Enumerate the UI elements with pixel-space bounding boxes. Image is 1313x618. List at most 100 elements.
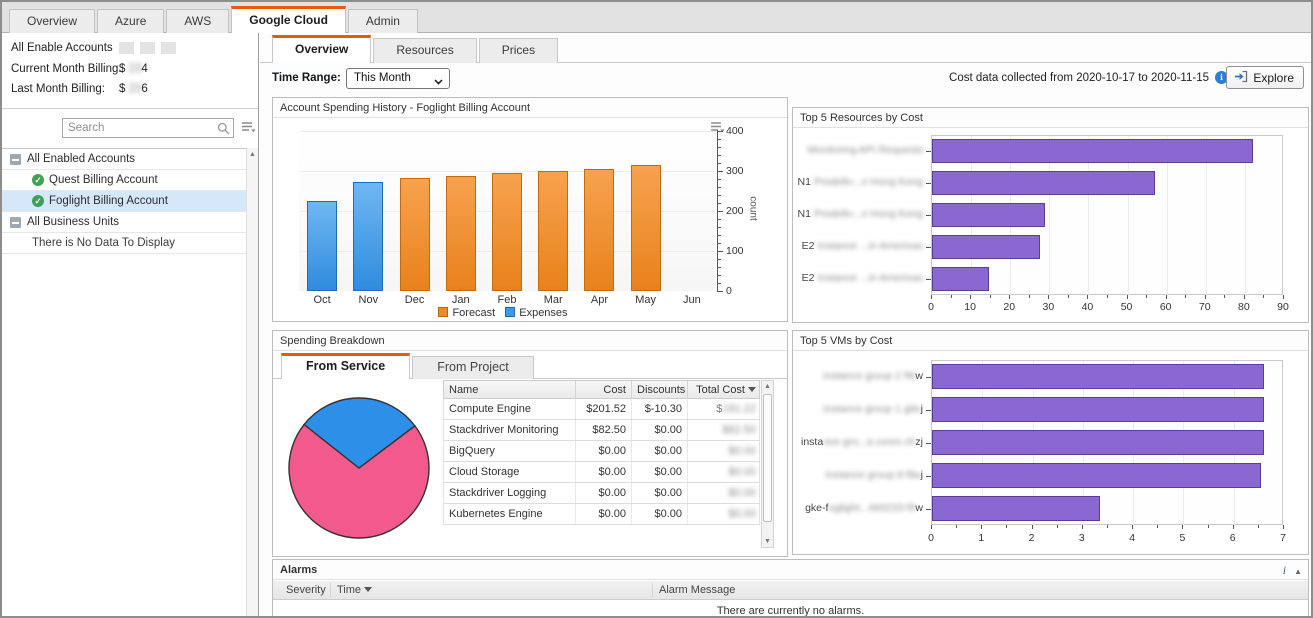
- tree-item-all-business-units[interactable]: All Business Units: [2, 212, 258, 233]
- table-row[interactable]: Stackdriver Logging $0.00 $0.00 $0.00: [443, 483, 760, 504]
- x-tick: [1283, 525, 1284, 529]
- y-minor-tick: [718, 203, 721, 204]
- bar-label: Monitoring API Requests: [807, 144, 923, 156]
- main-tab-overview[interactable]: Overview: [272, 35, 372, 63]
- redacted-icons: [119, 42, 182, 54]
- scroll-down-icon[interactable]: ▼: [762, 538, 773, 545]
- bar: [932, 235, 1040, 259]
- x-minor-tick: [1207, 525, 1209, 528]
- bar: [932, 463, 1262, 488]
- main-tab-prices[interactable]: Prices: [478, 38, 559, 63]
- cell-name: Kubernetes Engine: [444, 504, 576, 524]
- y-minor-tick: [718, 227, 721, 228]
- breakdown-table-header: Name Cost Discounts Total Cost: [443, 380, 760, 399]
- x-tick-label: 5: [1179, 532, 1186, 544]
- cell-cost: $0.00: [576, 504, 632, 524]
- top-tab-azure[interactable]: Azure: [97, 9, 165, 33]
- top-tab-google-cloud[interactable]: Google Cloud: [231, 6, 346, 33]
- top-resources-panel: Top 5 Resources by Cost 0 10 20 30 40 50 60 70 8…: [792, 107, 1309, 323]
- main-tab-resources[interactable]: Resources: [373, 38, 477, 63]
- row-tick: [926, 475, 931, 477]
- cell-name: Compute Engine: [444, 399, 576, 419]
- col-alarm-message[interactable]: Alarm Message: [659, 581, 735, 599]
- scroll-up-icon[interactable]: ▲: [247, 151, 258, 158]
- sort-desc-icon: [748, 387, 756, 392]
- table-row[interactable]: BigQuery $0.00 $0.00 $0.00: [443, 441, 760, 462]
- top-tab-aws[interactable]: AWS: [166, 9, 230, 33]
- col-total-cost[interactable]: Total Cost: [688, 381, 761, 399]
- breakdown-tab-from-service[interactable]: From Service: [281, 353, 411, 379]
- col-discounts[interactable]: Discounts: [632, 381, 688, 399]
- tree-item-there-is-no-data-to-display[interactable]: There is No Data To Display: [2, 233, 258, 254]
- col-name[interactable]: Name: [444, 381, 576, 399]
- x-minor-tick: [956, 525, 958, 528]
- top-tab-overview[interactable]: Overview: [9, 9, 96, 33]
- tree-scrollbar[interactable]: ▲: [246, 148, 258, 616]
- col-time[interactable]: Time: [337, 581, 373, 599]
- bar: [932, 496, 1101, 521]
- spending-breakdown-body: From Service From Project Name Cost Disco…: [273, 352, 787, 556]
- y-tick: [718, 171, 723, 172]
- bar: [932, 430, 1264, 455]
- table-row[interactable]: Kubernetes Engine $0.00 $0.00 $0.00: [443, 504, 760, 525]
- tree-item-foglight-billing-account[interactable]: Foglight Billing Account: [2, 191, 258, 212]
- x-tick: [931, 525, 932, 529]
- scrollbar-thumb[interactable]: [763, 394, 772, 522]
- bar-label: instance group 8 f8aj: [825, 468, 924, 481]
- table-scrollbar[interactable]: ▲ ▼: [761, 380, 774, 548]
- bar: [932, 364, 1264, 389]
- table-row[interactable]: Cloud Storage $0.00 $0.00 $0.00: [443, 462, 760, 483]
- x-tick-label: 2: [1028, 532, 1035, 544]
- legend-swatch: [438, 307, 449, 317]
- top-tabs: Overview Azure AWS Google Cloud Admin: [9, 6, 420, 33]
- x-minor-tick: [1146, 295, 1148, 298]
- x-tick: [1182, 525, 1184, 529]
- bar: [932, 203, 1046, 227]
- col-severity[interactable]: Severity: [286, 581, 326, 599]
- info-icon[interactable]: i: [1283, 563, 1286, 577]
- bar-label: E2 Instance ...in Americas: [801, 272, 923, 284]
- alarms-panel-icons: i ▲: [1283, 563, 1302, 578]
- breakdown-tab-from-project[interactable]: From Project: [412, 356, 534, 379]
- x-minor-tick: [1056, 525, 1058, 528]
- x-minor-tick: [1107, 295, 1108, 298]
- x-tick-label: 0: [928, 301, 934, 313]
- x-tick-label: 90: [1277, 301, 1289, 313]
- top-vms-title: Top 5 VMs by Cost: [793, 331, 1308, 351]
- breakdown-table: Name Cost Discounts Total Cost Compute E…: [443, 380, 760, 525]
- time-range-select[interactable]: This Month: [346, 68, 450, 89]
- col-cost[interactable]: Cost: [576, 381, 632, 399]
- cell-name: Cloud Storage: [444, 462, 576, 482]
- y-minor-tick: [718, 283, 721, 284]
- tree-item-quest-billing-account[interactable]: Quest Billing Account: [2, 170, 258, 191]
- sidebar-title: All Enable Accounts: [11, 42, 113, 54]
- table-row[interactable]: Stackdriver Monitoring $82.50 $0.00 $82.50: [443, 420, 760, 441]
- scroll-up-icon[interactable]: ▲: [762, 383, 773, 390]
- collapse-icon[interactable]: ▲: [1294, 567, 1302, 576]
- table-row[interactable]: Compute Engine $201.52 $-10.30 $191.22: [443, 399, 760, 420]
- x-minor-tick: [950, 295, 952, 298]
- explore-button[interactable]: Explore: [1226, 66, 1304, 89]
- bar-label: N1 Predefin...n Hong Kong: [797, 176, 923, 188]
- spending-history-title: Account Spending History - Foglight Bill…: [273, 98, 787, 118]
- main-area: Overview Resources Prices Time Range: This…: [260, 33, 1311, 616]
- time-range-label: Time Range:: [272, 72, 341, 84]
- top-vms-chart: 0 1 2 3 4 5 6 7 instance group 2 f9tw instance gr…: [793, 352, 1308, 554]
- collapse-minus-icon[interactable]: [10, 217, 21, 228]
- status-ok-icon: [32, 174, 44, 186]
- tree-options-icon[interactable]: [241, 121, 256, 136]
- breakdown-tabs: From Service From Project: [281, 353, 536, 379]
- current-month-billing-label: Current Month Billing:: [11, 63, 122, 75]
- tree-item-all-enabled-accounts[interactable]: All Enabled Accounts: [2, 149, 258, 170]
- search-input[interactable]: [68, 121, 208, 135]
- x-tick-label: Jan: [451, 294, 470, 306]
- alarms-body: Severity Time Alarm Message There are cu…: [273, 581, 1308, 616]
- collapse-minus-icon[interactable]: [10, 154, 21, 165]
- top-tab-admin[interactable]: Admin: [347, 9, 418, 33]
- x-minor-tick: [989, 295, 991, 298]
- row-tick: [926, 151, 931, 152]
- x-tick-label: 60: [1159, 301, 1172, 313]
- search-box[interactable]: [62, 118, 234, 138]
- cell-discounts: $0.00: [632, 504, 688, 524]
- bar-label: instance group 1 g8sj: [823, 402, 923, 415]
